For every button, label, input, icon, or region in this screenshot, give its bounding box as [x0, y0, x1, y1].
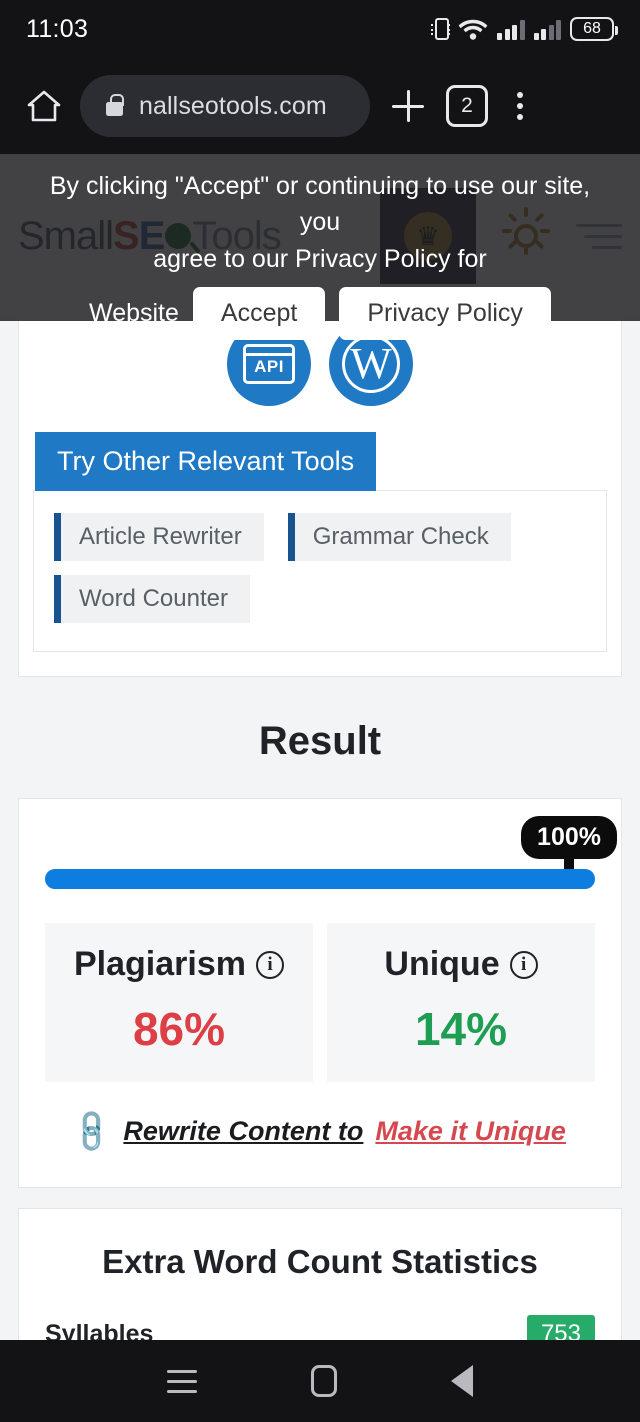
tool-chips: Article Rewriter Grammar Check Word Coun…	[54, 513, 586, 623]
cookie-consent-banner: By clicking "Accept" or continuing to us…	[0, 154, 640, 340]
cookie-actions: Website Accept Privacy Policy	[89, 286, 551, 340]
extra-stats-row: Syllables 753	[45, 1315, 595, 1340]
wifi-icon	[458, 19, 488, 40]
stats-row: Plagiarism i 86% Unique i 14%	[45, 923, 595, 1082]
info-icon[interactable]: i	[509, 950, 538, 979]
battery-icon: 68	[570, 17, 618, 41]
tool-card: API W Try Other Relevant Tools Article R…	[18, 318, 622, 677]
vibrate-icon	[431, 18, 450, 40]
cookie-text-line2: agree to our Privacy Policy for	[153, 244, 487, 273]
recents-icon[interactable]	[167, 1369, 197, 1393]
web-page: SmallSETools ♛	[0, 154, 640, 1340]
rewrite-link-accent: Make it Unique	[375, 1116, 566, 1146]
extra-stats-heading: Extra Word Count Statistics	[102, 1243, 538, 1280]
unique-label: Unique	[384, 945, 500, 983]
rewrite-content-link[interactable]: 🔗 Rewrite Content to Make it Unique	[45, 1106, 595, 1156]
tab-count-button[interactable]: 2	[446, 85, 488, 127]
accept-button[interactable]: Accept	[192, 286, 326, 340]
url-bar[interactable]: nallseotools.com	[80, 75, 370, 137]
privacy-policy-button[interactable]: Privacy Policy	[339, 286, 551, 340]
api-label: API	[254, 357, 284, 376]
site-header: SmallSETools ♛	[0, 154, 640, 340]
result-card: 100% Plagiarism i 86% Unique i 14% 🔗 Rew…	[18, 798, 622, 1188]
url-text: nallseotools.com	[139, 91, 327, 120]
plagiarism-stat-card: Plagiarism i 86%	[45, 923, 313, 1082]
result-heading: Result	[258, 719, 382, 763]
signal-icon	[497, 19, 525, 40]
kebab-menu-icon[interactable]	[502, 85, 538, 127]
plagiarism-label-row: Plagiarism i	[55, 945, 303, 984]
syllables-label: Syllables	[45, 1319, 154, 1341]
progress-bar-fill	[45, 869, 595, 889]
try-other-tools-heading: Try Other Relevant Tools	[35, 432, 377, 491]
tool-chip-grammar-check[interactable]: Grammar Check	[287, 513, 511, 561]
android-nav-bar	[0, 1340, 640, 1422]
tool-chip-article-rewriter[interactable]: Article Rewriter	[54, 513, 264, 561]
cookie-text-line1: By clicking "Accept" or continuing to us…	[49, 172, 591, 237]
plagiarism-label: Plagiarism	[74, 945, 246, 983]
progress-bar	[45, 869, 595, 889]
signal-icon-2	[533, 19, 561, 40]
browser-toolbar: nallseotools.com 2	[0, 58, 640, 154]
plagiarism-value: 86%	[132, 1003, 226, 1055]
plus-icon[interactable]	[384, 82, 432, 130]
phone-screen: 11:03 68 nallseotools.com 2 By clicking …	[0, 0, 640, 1422]
link-icon: 🔗	[67, 1106, 118, 1157]
info-icon[interactable]: i	[255, 950, 284, 979]
extra-word-count-card: Extra Word Count Statistics Syllables 75…	[18, 1208, 622, 1340]
status-time: 11:03	[26, 14, 89, 43]
status-bar: 11:03 68	[0, 0, 640, 58]
progress-tooltip: 100%	[521, 816, 617, 873]
cookie-text-line3: Website	[89, 298, 179, 327]
unique-stat-card: Unique i 14%	[327, 923, 595, 1082]
unique-label-row: Unique i	[337, 945, 585, 984]
progress-section: 100%	[45, 816, 617, 889]
home-square-icon[interactable]	[311, 1365, 337, 1397]
rewrite-link-text: Rewrite Content to	[123, 1116, 364, 1146]
tool-chip-label: Word Counter	[79, 585, 228, 612]
battery-level: 68	[583, 20, 601, 37]
tool-chip-label: Grammar Check	[312, 523, 489, 550]
tool-chip-word-counter[interactable]: Word Counter	[54, 575, 250, 623]
status-icons: 68	[431, 17, 618, 41]
home-icon[interactable]	[22, 84, 66, 128]
tools-list: Article Rewriter Grammar Check Word Coun…	[33, 490, 607, 652]
lock-icon	[106, 93, 124, 116]
tool-chip-label: Article Rewriter	[79, 523, 242, 550]
back-triangle-icon[interactable]	[451, 1365, 473, 1397]
wordpress-icon: W	[342, 335, 400, 393]
syllables-badge: 753	[526, 1315, 595, 1340]
unique-value: 14%	[414, 1003, 508, 1055]
